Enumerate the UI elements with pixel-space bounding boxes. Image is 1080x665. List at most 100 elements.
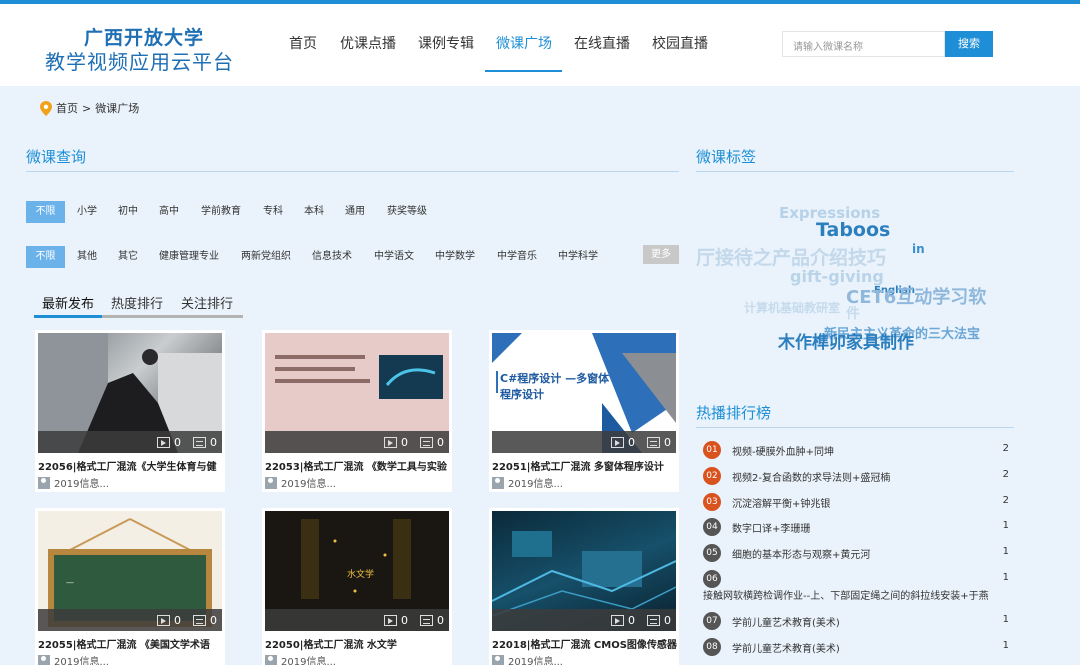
course-thumbnail[interactable]: 0 0	[492, 511, 676, 631]
tag-cloud-item[interactable]: 木作榫卯家具制作	[778, 328, 914, 353]
play-count-value: 0	[628, 436, 635, 449]
tag-cloud-item[interactable]: 计算机基础教研室	[744, 299, 840, 316]
tag-cloud-item[interactable]: in	[912, 242, 925, 256]
nav-online-live[interactable]: 在线直播	[574, 33, 630, 53]
tab-popular[interactable]: 热度排行	[111, 293, 163, 312]
course-title[interactable]: 22053|格式工厂混流 《数学工具与实验	[265, 458, 452, 473]
course-card[interactable]: 0 0 22053|格式工厂混流 《数学工具与实验 2019信息...	[262, 330, 452, 492]
rank-count: 2	[1002, 495, 1009, 506]
rank-number: 04	[703, 518, 721, 536]
rank-row[interactable]: 05 细胞的基本形态与观察+黄元河 1	[703, 543, 1013, 563]
course-title[interactable]: 22018|格式工厂混流 CMOS图像传感器	[492, 636, 679, 651]
tag-cloud-item[interactable]: 厅接待之产品介绍技巧	[696, 243, 886, 270]
rank-count: 1	[1002, 640, 1009, 651]
play-count-value: 0	[174, 614, 181, 627]
filter2-chinese[interactable]: 中学语文	[374, 246, 414, 268]
course-title[interactable]: 22051|格式工厂混流 多窗体程序设计	[492, 458, 679, 473]
rank-number: 01	[703, 441, 721, 459]
rank-title[interactable]: 学前儿童艺术教育(美术)	[732, 640, 840, 655]
filter2-info-tech[interactable]: 信息技术	[312, 246, 352, 268]
filter2-other-a[interactable]: 其他	[77, 246, 97, 268]
rank-row[interactable]: 03 沉淀溶解平衡+钟兆银 2	[703, 492, 1013, 512]
comment-count-value: 0	[210, 614, 217, 627]
thumbnail-stats-bar: 0 0	[38, 431, 222, 453]
rank-title[interactable]: 接触网软横跨检调作业--上、下部固定绳之间的斜拉线安装+于燕	[703, 587, 1017, 602]
filter2-science[interactable]: 中学科学	[558, 246, 598, 268]
tag-cloud-item[interactable]: Taboos	[816, 219, 890, 241]
filter2-music[interactable]: 中学音乐	[497, 246, 537, 268]
rank-title[interactable]: 视频2-复合函数的求导法则+盛冠楠	[732, 469, 890, 484]
filter1-undergrad[interactable]: 本科	[304, 201, 324, 223]
course-thumbnail[interactable]: 水文学 0 0	[265, 511, 449, 631]
course-title[interactable]: 22056|格式工厂混流《大学生体育与健	[38, 458, 225, 473]
logo-subtitle[interactable]: 教学视频应用云平台	[45, 46, 234, 75]
filter2-all[interactable]: 不限	[26, 246, 65, 268]
breadcrumb-current: 微课广场	[95, 102, 140, 115]
comment-count-value: 0	[664, 614, 671, 627]
play-count-value: 0	[401, 436, 408, 449]
rank-count: 1	[1002, 546, 1009, 557]
filter1-senior-high[interactable]: 高中	[159, 201, 179, 223]
course-author-text: 2019信息...	[508, 479, 563, 490]
more-filters-button[interactable]: 更多	[643, 245, 679, 264]
filter2-health-management[interactable]: 健康管理专业	[159, 246, 219, 268]
rank-row[interactable]: 02 视频2-复合函数的求导法则+盛冠楠 2	[703, 466, 1013, 486]
filter1-general[interactable]: 通用	[345, 201, 365, 223]
header: 广西开放大学 教学视频应用云平台 首页 优课点播 课例专辑 微课广场 在线直播 …	[0, 4, 1080, 86]
course-title[interactable]: 22055|格式工厂混流 《美国文学术语	[38, 636, 225, 651]
filter2-other-b[interactable]: 其它	[118, 246, 138, 268]
tab-active-indicator	[34, 315, 102, 318]
nav-quality-courses[interactable]: 优课点播	[340, 33, 396, 53]
tag-cloud-item[interactable]: CET6互动学习软	[846, 283, 986, 309]
rank-row[interactable]: 06 接触网软横跨检调作业--上、下部固定绳之间的斜拉线安装+于燕 1	[703, 569, 1013, 603]
play-count: 0	[157, 614, 181, 627]
thumbnail-stats-bar: 0 0	[265, 609, 449, 631]
rank-title[interactable]: 学前儿童艺术教育(美术)	[732, 614, 840, 629]
filter2-party-org[interactable]: 两新党组织	[241, 246, 291, 268]
comment-icon	[647, 437, 660, 448]
nav-home[interactable]: 首页	[289, 33, 317, 53]
tab-latest[interactable]: 最新发布	[42, 293, 94, 312]
rank-title[interactable]: 细胞的基本形态与观察+黄元河	[732, 546, 870, 561]
rank-row[interactable]: 08 学前儿童艺术教育(美术) 1	[703, 637, 1013, 657]
filter1-primary[interactable]: 小学	[77, 201, 97, 223]
course-card[interactable]: 0 0 22018|格式工厂混流 CMOS图像传感器 2019信息...	[489, 508, 679, 665]
nav-micro-course-plaza[interactable]: 微课广场	[496, 33, 552, 53]
search-button[interactable]: 搜索	[945, 31, 993, 57]
rank-title[interactable]: 数字口译+李珊珊	[732, 520, 810, 535]
filter1-award-level[interactable]: 获奖等级	[387, 201, 427, 223]
course-author: 2019信息...	[492, 653, 563, 665]
query-section-title: 微课查询	[26, 148, 87, 166]
thumbnail-stats-bar: 0 0	[38, 609, 222, 631]
course-card[interactable]: 水文学 0 0 22050|格式工厂混流 水文学 2019信息...	[262, 508, 452, 665]
comment-count: 0	[420, 614, 444, 627]
rank-title[interactable]: 视频-硬膜外血肿+同坤	[732, 443, 834, 458]
course-card[interactable]: C#程序设计 —多窗体程序设计 0 0 22051|格式工厂混流 多窗体程序设计…	[489, 330, 679, 492]
play-count: 0	[157, 436, 181, 449]
course-thumbnail[interactable]: 0 0	[265, 333, 449, 453]
filter1-all[interactable]: 不限	[26, 201, 65, 223]
nav-course-albums[interactable]: 课例专辑	[418, 33, 474, 53]
rank-row[interactable]: 07 学前儿童艺术教育(美术) 1	[703, 611, 1013, 631]
course-thumbnail[interactable]: — 0 0	[38, 511, 222, 631]
filter1-junior-high[interactable]: 初中	[118, 201, 138, 223]
course-thumbnail[interactable]: 0 0	[38, 333, 222, 453]
rank-title[interactable]: 沉淀溶解平衡+钟兆银	[732, 495, 830, 510]
breadcrumb-home[interactable]: 首页	[56, 100, 78, 116]
course-thumbnail[interactable]: C#程序设计 —多窗体程序设计 0 0	[492, 333, 676, 453]
search-input[interactable]: 请输入微课名称	[782, 31, 945, 57]
thumbnail-stats-bar: 0 0	[492, 609, 676, 631]
filter1-college[interactable]: 专科	[263, 201, 283, 223]
comment-icon	[647, 615, 660, 626]
filter2-math[interactable]: 中学数学	[435, 246, 475, 268]
tab-followed[interactable]: 关注排行	[181, 293, 233, 312]
rank-row[interactable]: 04 数字口译+李珊珊 1	[703, 517, 1013, 537]
tag-cloud-item[interactable]: 件	[846, 303, 860, 323]
nav-campus-live[interactable]: 校园直播	[652, 33, 708, 53]
course-card[interactable]: — 0 0 22055|格式工厂混流 《美国文学术语 2019信息...	[35, 508, 225, 665]
course-card[interactable]: 0 0 22056|格式工厂混流《大学生体育与健 2019信息...	[35, 330, 225, 492]
filter1-preschool[interactable]: 学前教育	[201, 201, 241, 223]
comment-count: 0	[193, 436, 217, 449]
course-title[interactable]: 22050|格式工厂混流 水文学	[265, 636, 452, 651]
rank-row[interactable]: 01 视频-硬膜外血肿+同坤 2	[703, 440, 1013, 460]
